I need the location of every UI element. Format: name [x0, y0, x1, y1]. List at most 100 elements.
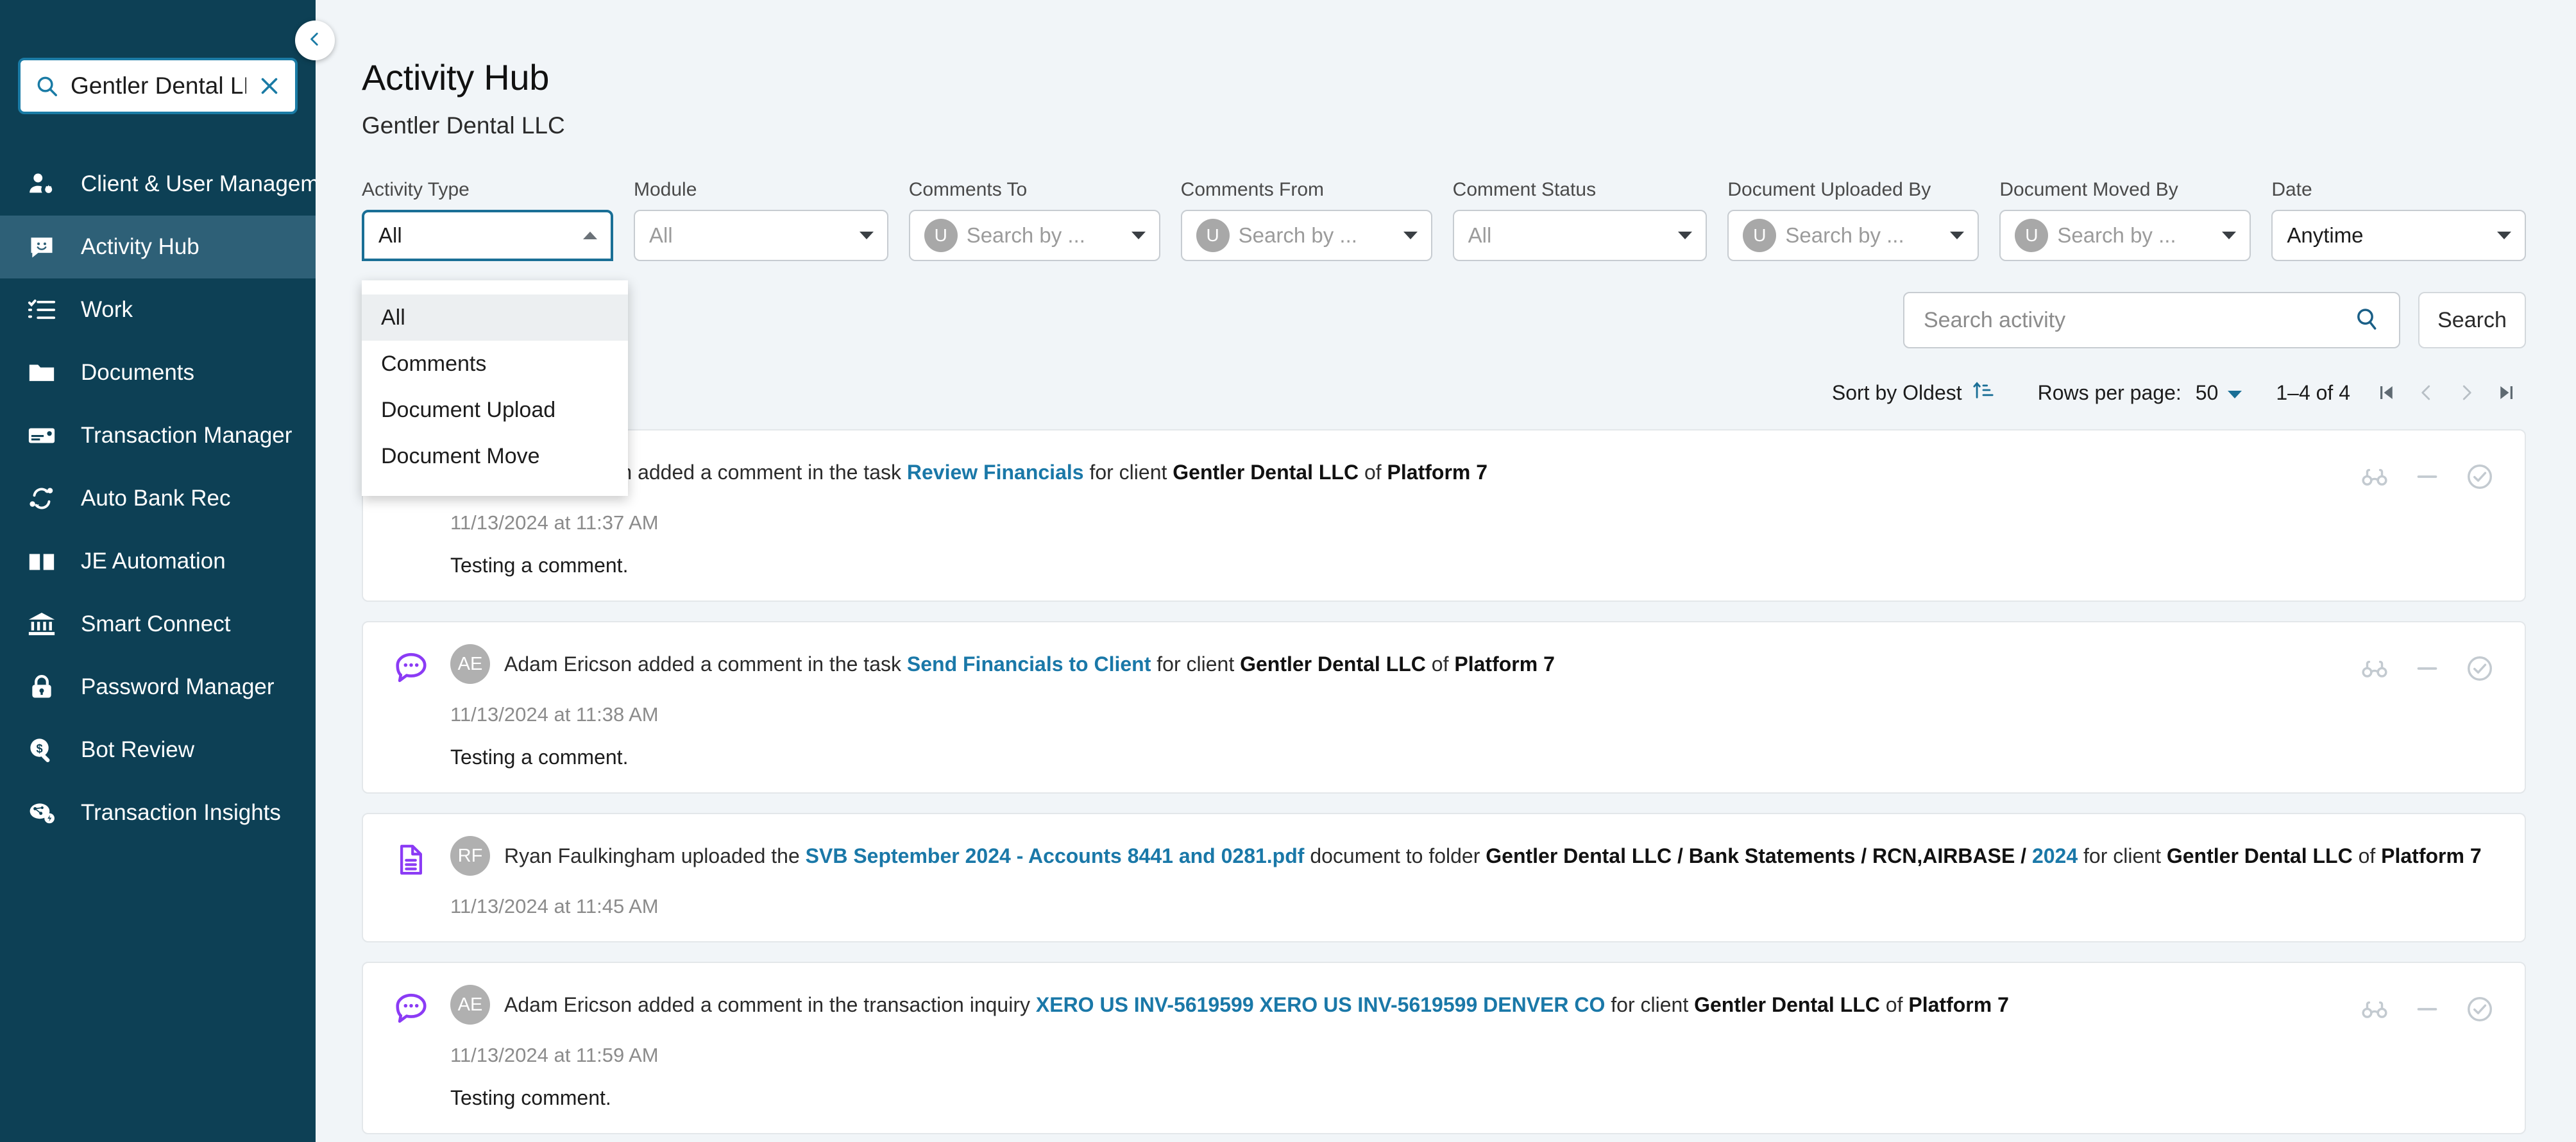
filter-value: Search by ...: [966, 223, 1085, 247]
activity-list: AE Adam Ericson added a comment in the t…: [362, 429, 2526, 1134]
close-icon[interactable]: [258, 74, 281, 98]
activity-timestamp: 11/13/2024 at 11:38 AM: [450, 703, 659, 726]
check-circle-icon[interactable]: [2463, 460, 2496, 493]
sidebar-item-smart-connect[interactable]: Smart Connect: [0, 593, 316, 656]
last-page-icon[interactable]: [2486, 373, 2526, 413]
sidebar-item-password-manager[interactable]: Password Manager: [0, 656, 316, 719]
activity-timestamp: 11/13/2024 at 11:45 AM: [450, 895, 659, 917]
sidebar-item-client-user-management[interactable]: Client & User Management: [0, 153, 350, 216]
activity-headline: AE Adam Ericson added a comment in the t…: [450, 644, 2496, 684]
activity-hub-app: Gentler Dental LLC Client & User Manag: [0, 0, 2576, 1142]
activity-comment: Testing a comment.: [450, 746, 629, 769]
search-activity-input[interactable]: Search activity: [1903, 292, 2400, 348]
rows-per-page-select[interactable]: 50: [2196, 381, 2243, 405]
document-uploaded-by-select[interactable]: U Search by ...: [1727, 210, 1979, 261]
filter-comments-from: Comments From U Search by ...: [1180, 179, 1432, 261]
avatar: RF: [450, 836, 490, 876]
sidebar-item-transaction-insights[interactable]: Transaction Insights: [0, 781, 316, 844]
activity-text: of: [2352, 844, 2382, 867]
first-page-icon[interactable]: [2367, 373, 2407, 413]
activity-link[interactable]: SVB September 2024 - Accounts 8441 and 0…: [806, 844, 1305, 867]
dash-icon[interactable]: [2411, 993, 2444, 1026]
search-icon[interactable]: [2354, 306, 2380, 335]
activity-text: for client: [2078, 844, 2167, 867]
main-content: Activity Hub Gentler Dental LLC Activity…: [316, 0, 2576, 1142]
client-search-box[interactable]: Gentler Dental LLC: [18, 58, 298, 114]
next-page-icon[interactable]: [2446, 373, 2486, 413]
dropdown-option-document-move[interactable]: Document Move: [362, 433, 628, 479]
prev-page-icon[interactable]: [2407, 373, 2446, 413]
dash-icon[interactable]: [2411, 460, 2444, 493]
sort-label: Sort by Oldest: [1831, 380, 1962, 404]
document-icon: [391, 840, 431, 880]
caret-down-icon: [1131, 230, 1146, 241]
sidebar-item-work[interactable]: Work: [0, 278, 316, 341]
module-select[interactable]: All: [633, 210, 888, 261]
sidebar-item-transaction-manager[interactable]: Transaction Manager: [0, 404, 316, 467]
activity-actions: [2358, 993, 2496, 1026]
dropdown-option-all[interactable]: All: [362, 294, 628, 341]
activity-card[interactable]: RF Ryan Faulkingham uploaded the SVB Sep…: [362, 813, 2526, 942]
dropdown-option-document-upload[interactable]: Document Upload: [362, 387, 628, 433]
sort-ascending-icon: [1972, 379, 1994, 406]
activity-card[interactable]: AE Adam Ericson added a comment in the t…: [362, 429, 2526, 602]
avatar: AE: [450, 644, 490, 684]
lock-icon: [24, 670, 59, 704]
glasses-icon[interactable]: [2358, 652, 2391, 685]
comments-from-select[interactable]: U Search by ...: [1180, 210, 1432, 261]
activity-text: for client: [1605, 993, 1695, 1016]
filter-activity-type: Activity Type All All Comments Document …: [362, 179, 628, 496]
activity-sentence: Adam Ericson added a comment in the task…: [504, 652, 1555, 676]
check-circle-icon[interactable]: [2463, 652, 2496, 685]
sidebar-item-activity-hub[interactable]: Activity Hub: [0, 216, 316, 278]
caret-down-icon: [1949, 230, 1965, 241]
sidebar-item-bot-review[interactable]: $ Bot Review: [0, 719, 316, 781]
check-circle-icon[interactable]: [2463, 993, 2496, 1026]
comment-status-select[interactable]: All: [1452, 210, 1707, 261]
page-range: 1–4 of 4: [2276, 380, 2350, 404]
activity-link[interactable]: XERO US INV-5619599 XERO US INV-5619599 …: [1036, 993, 1606, 1016]
activity-emphasis: Gentler Dental LLC: [1240, 652, 1426, 676]
search-button[interactable]: Search: [2418, 292, 2526, 348]
sort-button[interactable]: Sort by Oldest: [1832, 379, 1994, 406]
activity-card[interactable]: AE Adam Ericson added a comment in the t…: [362, 621, 2526, 794]
glasses-icon[interactable]: [2358, 460, 2391, 493]
activity-card[interactable]: AE Adam Ericson added a comment in the t…: [362, 962, 2526, 1134]
sidebar-item-label: Smart Connect: [81, 611, 231, 636]
dropdown-option-comments[interactable]: Comments: [362, 341, 628, 387]
page-title: Activity Hub: [362, 57, 550, 98]
activity-emphasis: Gentler Dental LLC: [1694, 993, 1880, 1016]
card-icon: [24, 418, 59, 453]
filter-value: Anytime: [2287, 223, 2364, 247]
sidebar-item-documents[interactable]: Documents: [0, 341, 316, 404]
sidebar-item-label: Auto Bank Rec: [81, 486, 231, 511]
brain-icon: [24, 796, 59, 830]
filter-label: Document Uploaded By: [1727, 179, 1931, 200]
activity-text: Ryan Faulkingham uploaded the: [504, 844, 806, 867]
activity-link[interactable]: Send Financials to Client: [907, 652, 1151, 676]
glasses-icon[interactable]: [2358, 993, 2391, 1026]
avatar: U: [1196, 219, 1230, 252]
sidebar-collapse-button[interactable]: [295, 21, 335, 60]
comments-to-select[interactable]: U Search by ...: [908, 210, 1160, 261]
client-search-value: Gentler Dental LLC: [71, 72, 246, 99]
date-select[interactable]: Anytime: [2271, 210, 2527, 261]
activity-link[interactable]: Review Financials: [907, 461, 1084, 484]
dash-icon[interactable]: [2411, 652, 2444, 685]
activity-sentence: Adam Ericson added a comment in the tran…: [504, 993, 2009, 1017]
top-pagination: Rows per page: 50 1–4 of 4: [2038, 373, 2526, 413]
checklist-icon: [24, 293, 59, 327]
document-moved-by-select[interactable]: U Search by ...: [1999, 210, 2251, 261]
sidebar-item-auto-bank-rec[interactable]: Auto Bank Rec: [0, 467, 316, 530]
sidebar-item-label: JE Automation: [81, 549, 226, 574]
activity-text: of: [1425, 652, 1455, 676]
user-gear-icon: [24, 167, 59, 201]
activity-link[interactable]: 2024: [2032, 844, 2078, 867]
comment-bubble-icon: [391, 648, 431, 688]
activity-text: of: [1879, 993, 1909, 1016]
sidebar-item-label: Activity Hub: [81, 234, 199, 259]
sidebar-item-je-automation[interactable]: JE Automation: [0, 530, 316, 593]
activity-type-select[interactable]: All: [362, 210, 613, 261]
filter-value: Search by ...: [2057, 223, 2176, 247]
caret-down-icon: [1403, 230, 1418, 241]
